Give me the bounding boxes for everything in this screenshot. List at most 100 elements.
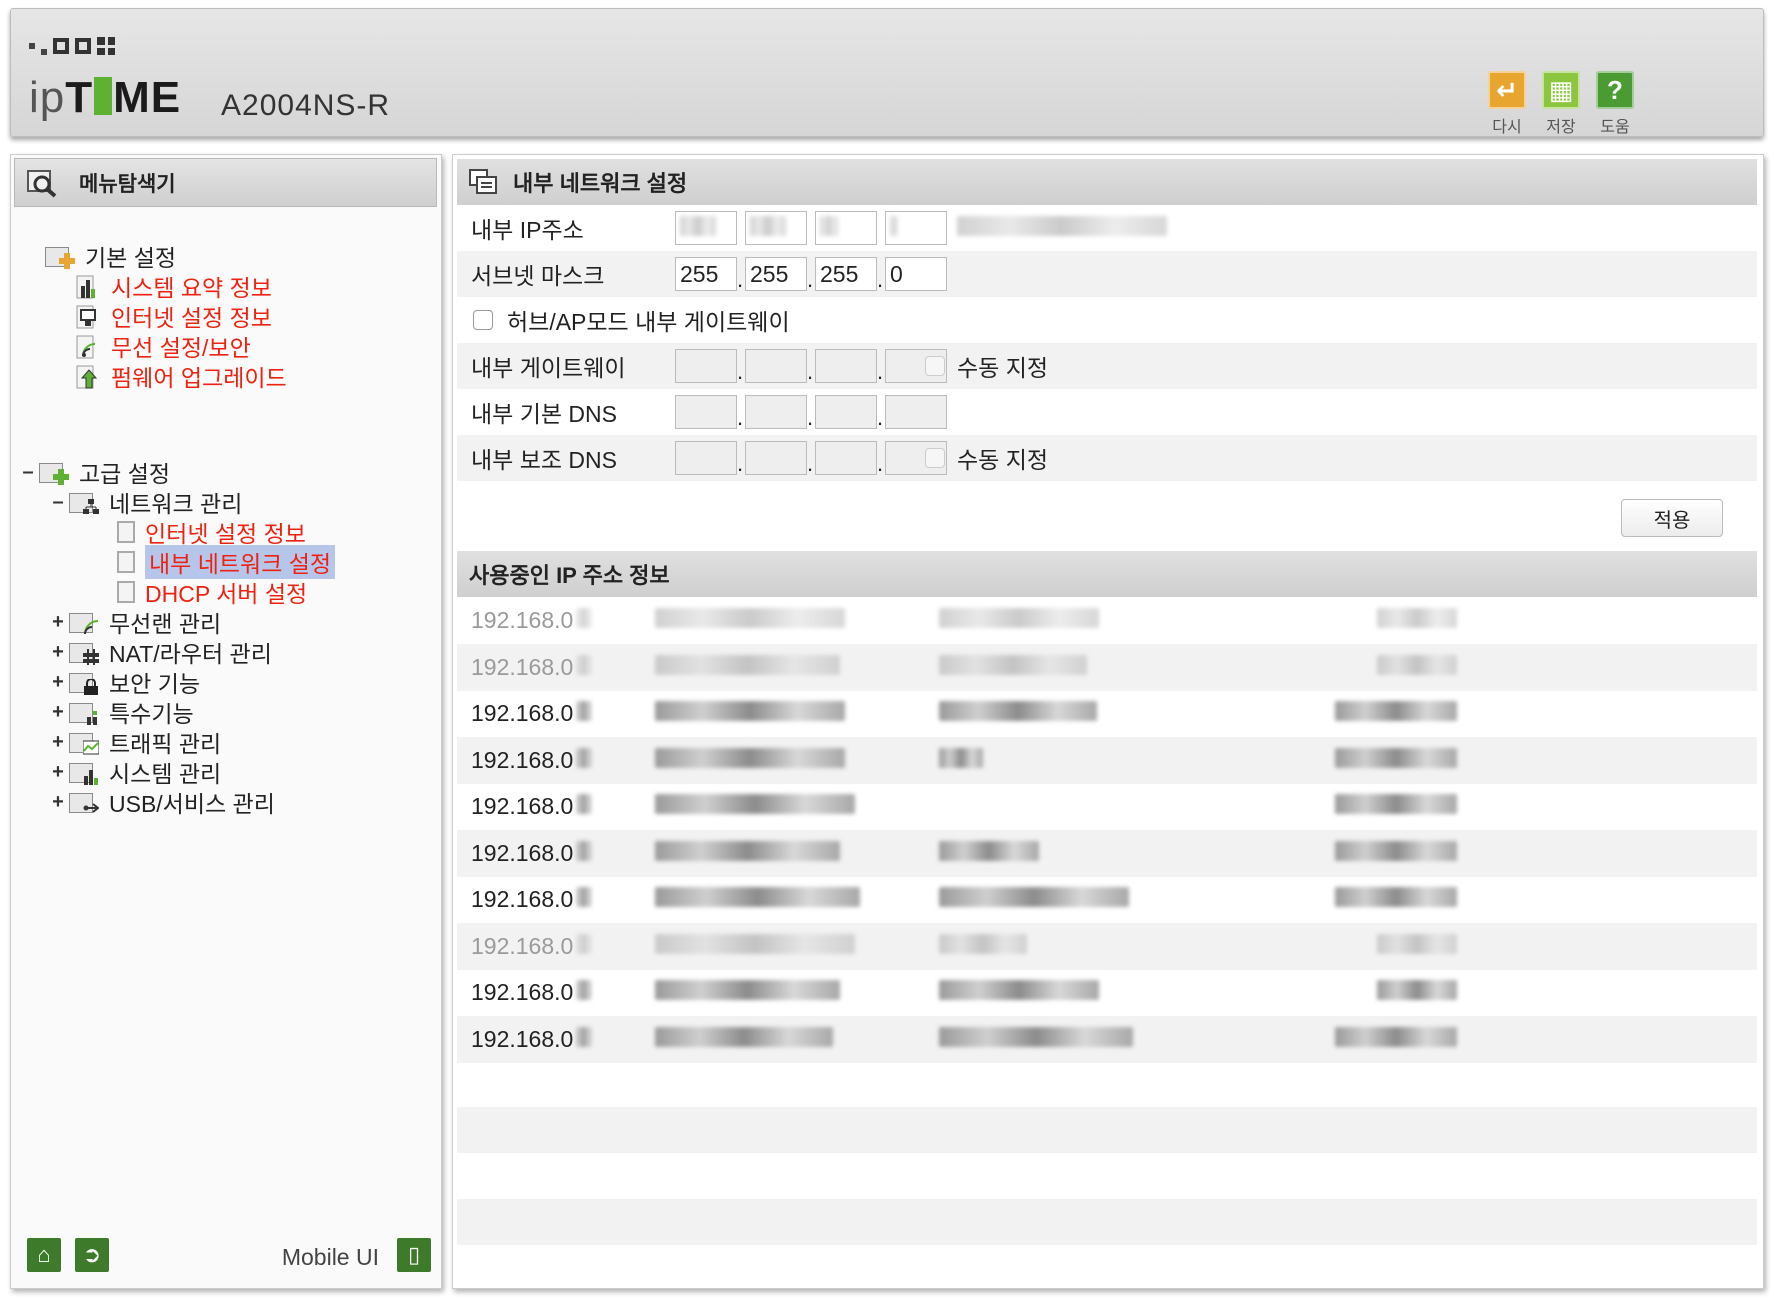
ip-info-row: 192.168.0 xyxy=(457,922,1757,970)
tree-special-functions[interactable]: + 특수기능 xyxy=(47,697,193,728)
ip-octet-1[interactable] xyxy=(675,211,737,245)
mac-address-redacted xyxy=(655,654,840,681)
bar-chart-icon xyxy=(75,272,103,300)
dns1-octet-4[interactable] xyxy=(885,395,947,429)
tree-wireless-management[interactable]: + 무선랜 관리 xyxy=(47,607,221,638)
expand-icon[interactable]: + xyxy=(47,791,69,814)
lease-info-redacted xyxy=(1377,654,1457,681)
tree-traffic-management[interactable]: + 트래픽 관리 xyxy=(47,727,221,758)
gateway-octet-2[interactable] xyxy=(745,349,807,383)
empty-row xyxy=(457,1107,1757,1153)
mac-address-redacted xyxy=(655,979,840,1006)
menu-item-lan-settings[interactable]: 내부 네트워크 설정 xyxy=(111,545,336,579)
mask-octet-1[interactable]: 255 xyxy=(675,257,737,291)
home-button[interactable]: ⌂ xyxy=(27,1238,61,1272)
expand-icon[interactable]: + xyxy=(47,731,69,754)
dns2-octet-3[interactable] xyxy=(815,441,877,475)
menu-item-dhcp-server[interactable]: DHCP 서버 설정 xyxy=(111,577,307,607)
menu-item-wireless-security[interactable]: 무선 설정/보안 xyxy=(75,331,251,361)
monitor-icon xyxy=(75,302,103,330)
tree-system-management[interactable]: + 시스템 관리 xyxy=(47,757,221,788)
dns2-octet-2[interactable] xyxy=(745,441,807,475)
dns1-octet-2[interactable] xyxy=(745,395,807,429)
tree-security[interactable]: + 보안 기능 xyxy=(47,667,200,698)
lease-info-redacted xyxy=(1335,840,1457,867)
save-button[interactable]: ▦ 저장 xyxy=(1541,71,1581,137)
mac-address-redacted xyxy=(655,840,840,867)
mac-address-redacted xyxy=(655,933,855,960)
ip-octet-2[interactable] xyxy=(745,211,807,245)
secondary-dns-input[interactable]: . . . xyxy=(675,441,947,475)
menu-explorer-header: 메뉴탐색기 xyxy=(14,158,437,207)
primary-dns-input[interactable]: . . . xyxy=(675,395,947,429)
menu-item-system-summary[interactable]: 시스템 요약 정보 xyxy=(75,271,272,301)
dns-manual-checkbox[interactable] xyxy=(925,448,945,468)
logout-button[interactable]: ➲ xyxy=(75,1238,109,1272)
menu-explorer: 메뉴탐색기 기본 설정 시스템 요약 정보 인터넷 설정 정보 무선 설정/보안… xyxy=(10,154,442,1289)
field-lan-gateway: 내부 게이트웨이 . . . 수동 지정 xyxy=(457,343,1757,389)
mask-octet-2[interactable]: 255 xyxy=(745,257,807,291)
menu-item-firmware-upgrade[interactable]: 펌웨어 업그레이드 xyxy=(75,361,287,391)
lan-ip-input[interactable] xyxy=(675,211,947,245)
ip-address: 192.168.0 xyxy=(471,607,592,634)
mac-address-redacted xyxy=(655,700,845,727)
mac-address-redacted xyxy=(957,215,1167,242)
collapse-icon[interactable]: – xyxy=(17,461,39,484)
content-panel: 내부 네트워크 설정 내부 IP주소 서브넷 마스크 255. 255. 255… xyxy=(452,154,1764,1289)
gateway-input[interactable]: . . . xyxy=(675,349,947,383)
dns1-octet-3[interactable] xyxy=(815,395,877,429)
window-stack-icon xyxy=(469,169,497,194)
magnifier-icon xyxy=(27,169,57,198)
gateway-octet-1[interactable] xyxy=(675,349,737,383)
dns1-octet-1[interactable] xyxy=(675,395,737,429)
tree-basic-settings[interactable]: 기본 설정 xyxy=(45,241,176,271)
lease-info-redacted xyxy=(1335,1026,1457,1053)
lease-info-redacted xyxy=(1335,747,1457,774)
gateway-manual-checkbox[interactable] xyxy=(925,356,945,376)
router-folder-icon xyxy=(69,639,105,665)
save-icon: ▦ xyxy=(1542,71,1580,109)
tree-network-management[interactable]: – 네트워크 관리 xyxy=(47,487,242,518)
page-icon xyxy=(117,521,135,543)
mask-octet-4[interactable]: 0 xyxy=(885,257,947,291)
tree-usb-service[interactable]: + USB/서비스 관리 xyxy=(47,787,275,818)
tree-advanced-settings[interactable]: – 고급 설정 xyxy=(17,457,170,488)
gateway-octet-3[interactable] xyxy=(815,349,877,383)
mask-octet-3[interactable]: 255 xyxy=(815,257,877,291)
host-name-redacted xyxy=(939,654,1087,681)
folder-icon xyxy=(45,243,81,269)
ip-address: 192.168.0 xyxy=(471,793,592,820)
dns2-octet-1[interactable] xyxy=(675,441,737,475)
expand-icon[interactable]: + xyxy=(47,671,69,694)
collapse-icon[interactable]: – xyxy=(47,491,69,514)
expand-icon[interactable]: + xyxy=(47,701,69,724)
brand-logo: ipT ME xyxy=(29,73,182,122)
lease-info-redacted xyxy=(1335,793,1457,820)
empty-row xyxy=(457,1199,1757,1245)
expand-icon[interactable]: + xyxy=(47,761,69,784)
help-button[interactable]: ? 도움 xyxy=(1595,71,1635,137)
traffic-folder-icon xyxy=(69,729,105,755)
logout-icon: ➲ xyxy=(82,1242,102,1267)
ip-octet-3[interactable] xyxy=(815,211,877,245)
lease-info-redacted xyxy=(1377,933,1457,960)
mobile-ui-link[interactable]: Mobile UI xyxy=(282,1244,379,1271)
mobile-phone-icon: ▯ xyxy=(407,1242,421,1267)
menu-item-internet-info[interactable]: 인터넷 설정 정보 xyxy=(75,301,272,331)
expand-icon[interactable]: + xyxy=(47,611,69,634)
ip-octet-4[interactable] xyxy=(885,211,947,245)
menu-item-internet-settings[interactable]: 인터넷 설정 정보 xyxy=(111,517,306,547)
ip-address: 192.168.0 xyxy=(471,840,592,867)
field-subnet-mask: 서브넷 마스크 255. 255. 255. 0 xyxy=(457,251,1757,297)
mobile-ui-button[interactable]: ▯ xyxy=(397,1238,431,1272)
ip-info-row: 192.168.0 xyxy=(457,829,1757,877)
hub-ap-gateway-checkbox[interactable] xyxy=(473,310,493,330)
expand-icon[interactable]: + xyxy=(47,641,69,664)
reload-button[interactable]: ↵ 다시 xyxy=(1487,71,1527,137)
tree-nat-router[interactable]: + NAT/라우터 관리 xyxy=(47,637,272,668)
subnet-mask-input[interactable]: 255. 255. 255. 0 xyxy=(675,257,947,291)
lease-info-redacted xyxy=(1377,607,1457,634)
ip-address: 192.168.0 xyxy=(471,1026,592,1053)
ip-address: 192.168.0 xyxy=(471,747,592,774)
apply-button[interactable]: 적용 xyxy=(1621,499,1723,537)
